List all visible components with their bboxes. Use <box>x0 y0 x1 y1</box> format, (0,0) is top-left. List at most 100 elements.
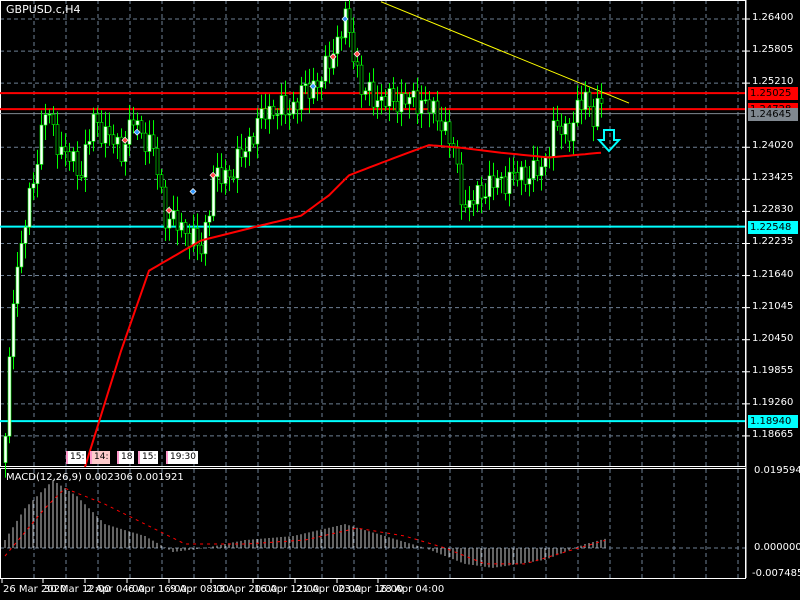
candle-body <box>587 91 592 108</box>
price-axis-label: 1.21640 <box>752 268 794 280</box>
candle-body <box>151 134 156 149</box>
price-axis-label: 1.19855 <box>752 364 794 376</box>
candle-body <box>351 32 356 63</box>
candle-body <box>103 126 108 144</box>
candle-body <box>67 151 72 162</box>
macd-label: MACD(12,26,9) 0.002306 0.001921 <box>6 472 184 483</box>
candle-body <box>39 124 44 165</box>
candle-body <box>391 88 396 102</box>
chart-canvas[interactable] <box>0 0 800 600</box>
candle-body <box>567 123 572 142</box>
candle-body <box>499 176 504 179</box>
candle-body <box>359 64 364 95</box>
price-axis-label: 1.19260 <box>752 396 794 408</box>
candle-body <box>559 125 564 135</box>
candle-body <box>163 186 168 229</box>
candle-body <box>379 96 384 101</box>
price-axis-label: 1.26400 <box>752 12 794 23</box>
candle-body <box>175 210 180 231</box>
candle-body <box>343 8 348 39</box>
candle-body <box>579 99 584 110</box>
candle-body <box>123 144 128 162</box>
candle-body <box>59 146 64 155</box>
candle-body <box>347 8 352 33</box>
candle-body <box>115 136 120 145</box>
candle-body <box>271 105 276 116</box>
candle-body <box>471 200 476 205</box>
time-marker[interactable]: 19:30 <box>166 451 198 464</box>
price-axis-label: 1.23425 <box>752 172 794 184</box>
candle-body <box>327 55 332 69</box>
candle-body <box>167 218 172 229</box>
candle-body <box>187 233 192 247</box>
candle-body <box>215 167 220 178</box>
candle-body <box>447 121 452 144</box>
candle-body <box>127 119 132 145</box>
chart-title: GBPUSD.c,H4 <box>6 3 81 16</box>
candle-body <box>371 81 376 108</box>
candle-body <box>139 120 144 134</box>
candle-body <box>23 226 28 244</box>
candle-body <box>235 148 240 179</box>
candle-body <box>35 164 40 185</box>
candle-body <box>11 303 16 358</box>
time-marker[interactable]: 15: <box>66 451 87 464</box>
candle-body <box>207 215 212 223</box>
candle-body <box>135 120 140 126</box>
candle-body <box>375 100 380 108</box>
candle-body <box>143 132 148 152</box>
candle-body <box>551 120 556 158</box>
candle-body <box>43 114 48 126</box>
candle-body <box>591 106 596 127</box>
macd-panel-frame <box>0 468 746 579</box>
candle-body <box>355 61 360 66</box>
price-axis-label: 1.22235 <box>752 236 794 248</box>
candle-body <box>243 151 248 158</box>
time-marker[interactable]: 15: <box>138 451 159 464</box>
candle-body <box>259 108 264 119</box>
signal-arrow-icon <box>133 128 141 136</box>
candle-body <box>239 148 244 158</box>
candle-body <box>435 100 440 122</box>
candle-body <box>479 185 484 199</box>
candle-body <box>487 175 492 197</box>
candle-body <box>523 166 528 185</box>
price-axis-label: 1.21045 <box>752 300 794 312</box>
candle-body <box>527 178 532 185</box>
candle-body <box>291 101 296 115</box>
candle-body <box>87 141 92 145</box>
candle-body <box>99 121 104 144</box>
candle-body <box>475 185 480 205</box>
candle-body <box>431 100 436 114</box>
candle-body <box>55 124 60 155</box>
candle-body <box>515 172 520 181</box>
price-tag: 1.18940 <box>748 415 798 429</box>
candle-body <box>467 200 472 208</box>
price-axis-label: 1.20450 <box>752 332 794 344</box>
time-axis-label: 28 Apr 04:00 <box>379 584 445 595</box>
time-marker[interactable]: 18 <box>117 451 135 464</box>
candle-body <box>231 176 236 179</box>
candle-body <box>443 121 448 132</box>
macd-axis-max: 0.019594 <box>754 465 800 476</box>
candle-body <box>491 175 496 188</box>
candle-body <box>199 244 204 255</box>
candle-body <box>63 146 68 153</box>
candle-body <box>535 160 540 176</box>
candle-body <box>315 80 320 88</box>
candle-body <box>287 113 292 116</box>
candle-body <box>599 98 604 104</box>
price-tag: 1.22548 <box>748 220 798 234</box>
candle-body <box>223 169 228 184</box>
candle-body <box>75 151 80 176</box>
candle-body <box>211 176 216 217</box>
down-arrow-icon <box>596 129 622 153</box>
macd-axis-min: -0.007485 <box>752 568 800 579</box>
candle-body <box>27 187 32 228</box>
chart-window[interactable]: GBPUSD.c,H4 MACD(12,26,9) 0.002306 0.001… <box>0 0 800 600</box>
price-axis-label: 1.25210 <box>752 76 794 88</box>
price-axis-label: 1.22830 <box>752 204 794 216</box>
candle-body <box>455 146 460 165</box>
candle-body <box>111 134 116 145</box>
time-marker[interactable]: 14: <box>90 451 111 464</box>
